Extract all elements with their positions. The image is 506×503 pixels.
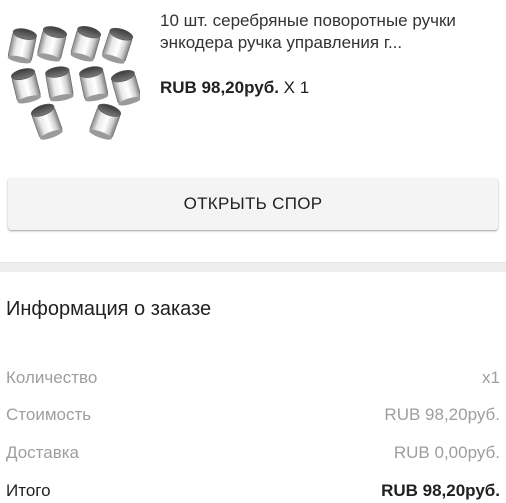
order-row-cost: Стоимость RUB 98,20руб.: [6, 403, 500, 427]
knobs-image-icon: [6, 23, 143, 143]
order-row-label: Итого: [6, 481, 51, 500]
order-row-label: Доставка: [6, 443, 80, 462]
product-price-line: RUB 98,20руб. X 1: [160, 77, 309, 99]
order-row-value: x1: [482, 368, 500, 387]
product-quantity: X 1: [283, 78, 310, 97]
order-row-value: RUB 0,00руб.: [393, 443, 500, 462]
product-title[interactable]: 10 шт. серебряные поворотные ручки энкод…: [160, 10, 500, 54]
order-row-label: Стоимость: [6, 405, 92, 424]
order-row-value: RUB 98,20руб.: [384, 405, 500, 424]
product-image[interactable]: [4, 8, 143, 144]
order-row-total: Итого RUB 98,20руб.: [6, 479, 500, 503]
order-row-value: RUB 98,20руб.: [381, 481, 500, 500]
product-price: RUB 98,20руб.: [160, 78, 279, 97]
order-row-shipping: Доставка RUB 0,00руб.: [6, 441, 500, 465]
order-info-title: Информация о заказе: [6, 298, 212, 320]
order-row-label: Количество: [6, 368, 98, 387]
order-row-quantity: Количество x1: [6, 366, 500, 390]
product-card[interactable]: 10 шт. серебряные поворотные ручки энкод…: [0, 0, 506, 150]
section-divider: [0, 262, 506, 272]
open-dispute-button[interactable]: ОТКРЫТЬ СПОР: [8, 178, 498, 230]
